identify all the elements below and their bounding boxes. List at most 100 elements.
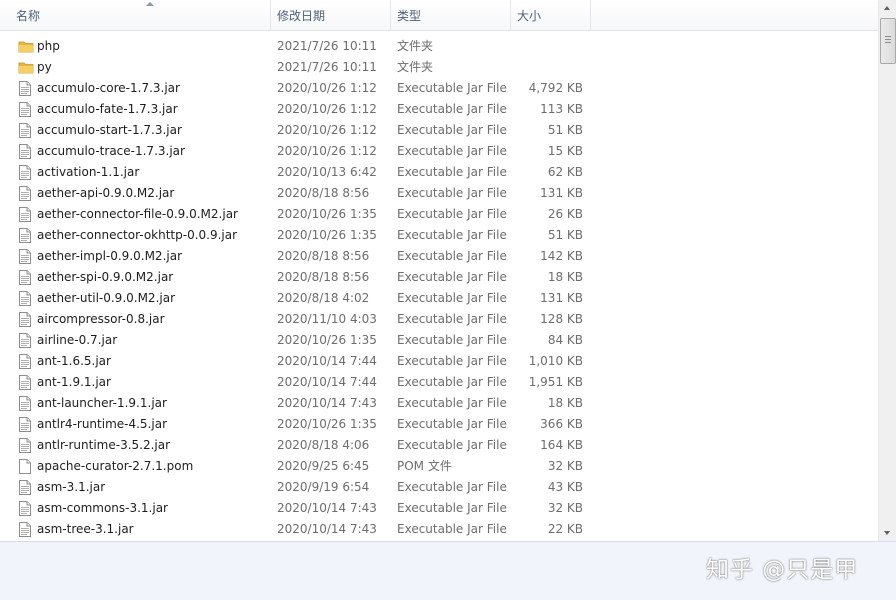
scroll-down-button[interactable] bbox=[879, 524, 896, 541]
jar-file-icon bbox=[18, 123, 32, 138]
file-modified-date: 2020/10/26 1:12 bbox=[277, 81, 377, 95]
file-row[interactable]: antlr-runtime-3.5.2.jar 2020/8/18 4:06 Exe… bbox=[0, 435, 878, 456]
file-row[interactable]: php 2021/7/26 10:11 文件夹 bbox=[0, 36, 878, 57]
column-header-name[interactable]: 名称 bbox=[10, 0, 271, 30]
file-row[interactable]: ant-launcher-1.9.1.jar 2020/10/14 7:43 Exe… bbox=[0, 393, 878, 414]
file-name: accumulo-trace-1.7.3.jar bbox=[37, 144, 185, 158]
file-row[interactable]: aether-connector-file-0.9.0.M2.jar 2020/1… bbox=[0, 204, 878, 225]
file-type: Executable Jar File bbox=[397, 249, 507, 263]
file-modified-date: 2021/7/26 10:11 bbox=[277, 60, 377, 74]
file-type: Executable Jar File bbox=[397, 165, 507, 179]
file-name: aether-api-0.9.0.M2.jar bbox=[37, 186, 175, 200]
column-header-date[interactable]: 修改日期 bbox=[271, 0, 391, 30]
folder-icon bbox=[18, 39, 34, 54]
file-name: py bbox=[37, 60, 52, 74]
file-row[interactable]: accumulo-trace-1.7.3.jar 2020/10/26 1:12 E… bbox=[0, 141, 878, 162]
file-size: 4,792 KB bbox=[528, 81, 583, 95]
file-rows: php 2021/7/26 10:11 文件夹 py 2021/7/26 10:11 文件… bbox=[0, 36, 878, 540]
grip-line bbox=[885, 39, 891, 40]
column-header-type[interactable]: 类型 bbox=[391, 0, 511, 30]
file-row[interactable]: accumulo-core-1.7.3.jar 2020/10/26 1:12 Ex… bbox=[0, 78, 878, 99]
column-header-size[interactable]: 大小 bbox=[511, 0, 591, 30]
file-modified-date: 2020/10/14 7:43 bbox=[277, 501, 377, 515]
file-name: airline-0.7.jar bbox=[37, 333, 118, 347]
file-modified-date: 2020/8/18 8:56 bbox=[277, 270, 370, 284]
file-row[interactable]: ant-1.6.5.jar 2020/10/14 7:44 Executable J… bbox=[0, 351, 878, 372]
arrow-down-icon bbox=[884, 531, 890, 535]
column-header-bar: 名称 修改日期 类型 大小 bbox=[0, 0, 878, 31]
file-size: 366 KB bbox=[540, 417, 583, 431]
file-size: 113 KB bbox=[540, 102, 583, 116]
file-modified-date: 2020/10/26 1:35 bbox=[277, 228, 377, 242]
file-name: ant-1.9.1.jar bbox=[37, 375, 111, 389]
file-row[interactable]: py 2021/7/26 10:11 文件夹 bbox=[0, 57, 878, 78]
blank-file-icon bbox=[18, 459, 32, 474]
file-row[interactable]: accumulo-start-1.7.3.jar 2020/10/26 1:12 E… bbox=[0, 120, 878, 141]
file-size: 15 KB bbox=[547, 144, 583, 158]
file-size: 142 KB bbox=[540, 249, 583, 263]
column-header-name-label: 名称 bbox=[16, 9, 41, 23]
file-modified-date: 2020/10/14 7:44 bbox=[277, 375, 377, 389]
scrollbar-thumb[interactable] bbox=[880, 18, 896, 64]
file-row[interactable]: accumulo-fate-1.7.3.jar 2020/10/26 1:12 Ex… bbox=[0, 99, 878, 120]
file-row[interactable]: asm-tree-3.1.jar 2020/10/14 7:43 Executabl… bbox=[0, 519, 878, 540]
file-size: 62 KB bbox=[547, 165, 583, 179]
file-type: Executable Jar File bbox=[397, 312, 507, 326]
file-type: Executable Jar File bbox=[397, 417, 507, 431]
file-modified-date: 2020/9/19 6:54 bbox=[277, 480, 370, 494]
file-type: Executable Jar File bbox=[397, 270, 507, 284]
jar-file-icon bbox=[18, 375, 32, 390]
jar-file-icon bbox=[18, 249, 32, 264]
file-row[interactable]: airline-0.7.jar 2020/10/26 1:35 Executable… bbox=[0, 330, 878, 351]
file-row[interactable]: aircompressor-0.8.jar 2020/11/10 4:03 Exec… bbox=[0, 309, 878, 330]
jar-file-icon bbox=[18, 312, 32, 327]
file-row[interactable]: aether-util-0.9.0.M2.jar 2020/8/18 4:02 Ex… bbox=[0, 288, 878, 309]
file-type: Executable Jar File bbox=[397, 207, 507, 221]
file-size: 164 KB bbox=[540, 438, 583, 452]
file-size: 32 KB bbox=[547, 459, 583, 473]
file-row[interactable]: antlr4-runtime-4.5.jar 2020/10/26 1:35 Exe… bbox=[0, 414, 878, 435]
file-type: Executable Jar File bbox=[397, 522, 507, 536]
file-size: 18 KB bbox=[547, 396, 583, 410]
file-row[interactable]: apache-curator-2.7.1.pom 2020/9/25 6:45 PO… bbox=[0, 456, 878, 477]
file-name: php bbox=[37, 39, 60, 53]
file-size: 51 KB bbox=[547, 228, 583, 242]
file-type: Executable Jar File bbox=[397, 396, 507, 410]
file-row[interactable]: asm-3.1.jar 2020/9/19 6:54 Executable Jar … bbox=[0, 477, 878, 498]
file-name: antlr-runtime-3.5.2.jar bbox=[37, 438, 171, 452]
vertical-scrollbar[interactable] bbox=[878, 0, 896, 541]
file-name: aether-spi-0.9.0.M2.jar bbox=[37, 270, 174, 284]
column-header-type-label: 类型 bbox=[397, 9, 422, 23]
file-size: 131 KB bbox=[540, 186, 583, 200]
file-modified-date: 2020/8/18 4:02 bbox=[277, 291, 370, 305]
jar-file-icon bbox=[18, 81, 32, 96]
file-modified-date: 2020/10/14 7:43 bbox=[277, 522, 377, 536]
jar-file-icon bbox=[18, 354, 32, 369]
file-row[interactable]: aether-api-0.9.0.M2.jar 2020/8/18 8:56 Exe… bbox=[0, 183, 878, 204]
arrow-up-icon bbox=[884, 6, 890, 10]
file-row[interactable]: aether-connector-okhttp-0.0.9.jar 2020/10… bbox=[0, 225, 878, 246]
file-size: 1,010 KB bbox=[528, 354, 583, 368]
jar-file-icon bbox=[18, 144, 32, 159]
folder-icon bbox=[18, 60, 34, 75]
grip-line bbox=[885, 42, 891, 43]
file-row[interactable]: ant-1.9.1.jar 2020/10/14 7:44 Executable J… bbox=[0, 372, 878, 393]
file-name: asm-commons-3.1.jar bbox=[37, 501, 168, 515]
file-row[interactable]: aether-impl-0.9.0.M2.jar 2020/8/18 8:56 Ex… bbox=[0, 246, 878, 267]
jar-file-icon bbox=[18, 522, 32, 537]
jar-file-icon bbox=[18, 501, 32, 516]
file-row[interactable]: activation-1.1.jar 2020/10/13 6:42 Executa… bbox=[0, 162, 878, 183]
file-size: 128 KB bbox=[540, 312, 583, 326]
file-name: asm-3.1.jar bbox=[37, 480, 106, 494]
file-modified-date: 2020/10/14 7:43 bbox=[277, 396, 377, 410]
file-row[interactable]: asm-commons-3.1.jar 2020/10/14 7:43 Execut… bbox=[0, 498, 878, 519]
file-size: 22 KB bbox=[547, 522, 583, 536]
file-modified-date: 2020/10/26 1:12 bbox=[277, 102, 377, 116]
scroll-up-button[interactable] bbox=[879, 0, 896, 17]
file-name: antlr4-runtime-4.5.jar bbox=[37, 417, 168, 431]
file-modified-date: 2020/8/18 4:06 bbox=[277, 438, 370, 452]
file-row[interactable]: aether-spi-0.9.0.M2.jar 2020/8/18 8:56 Exe… bbox=[0, 267, 878, 288]
file-name: aether-connector-okhttp-0.0.9.jar bbox=[37, 228, 238, 242]
column-header-size-label: 大小 bbox=[517, 9, 542, 23]
file-modified-date: 2020/11/10 4:03 bbox=[277, 312, 377, 326]
